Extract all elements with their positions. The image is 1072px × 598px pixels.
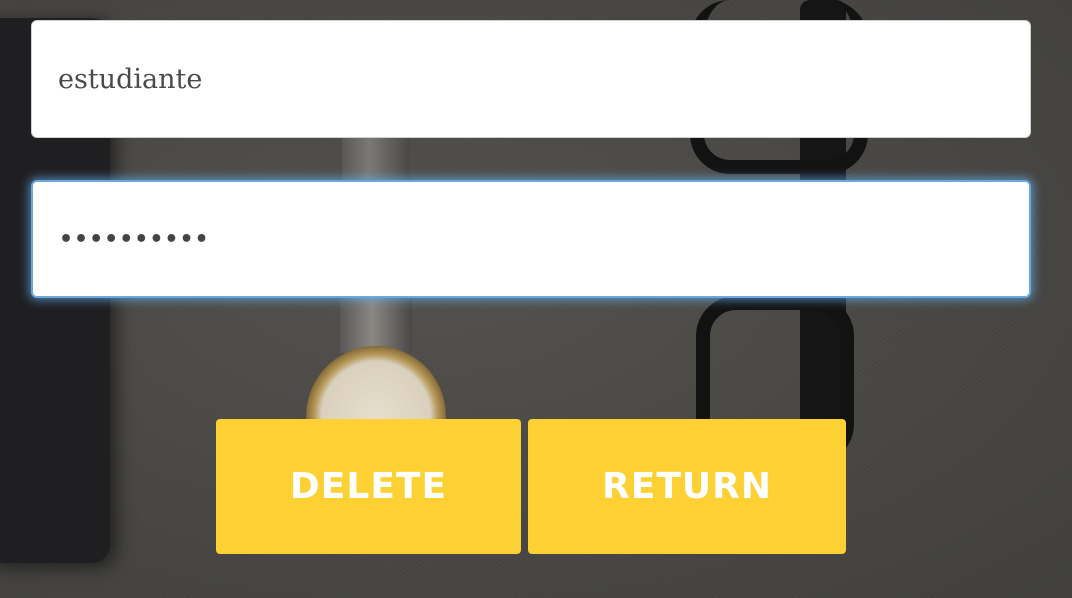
password-field[interactable]: •••••••••• bbox=[31, 180, 1031, 298]
delete-button[interactable]: DELETE bbox=[216, 419, 521, 554]
return-button[interactable]: RETURN bbox=[528, 419, 846, 554]
password-value: •••••••••• bbox=[59, 226, 210, 252]
background-watch-strap-lower bbox=[340, 298, 412, 353]
return-button-label: RETURN bbox=[602, 466, 772, 507]
username-field[interactable]: estudiante bbox=[31, 20, 1031, 138]
username-value: estudiante bbox=[58, 63, 203, 95]
delete-button-label: DELETE bbox=[289, 466, 448, 507]
